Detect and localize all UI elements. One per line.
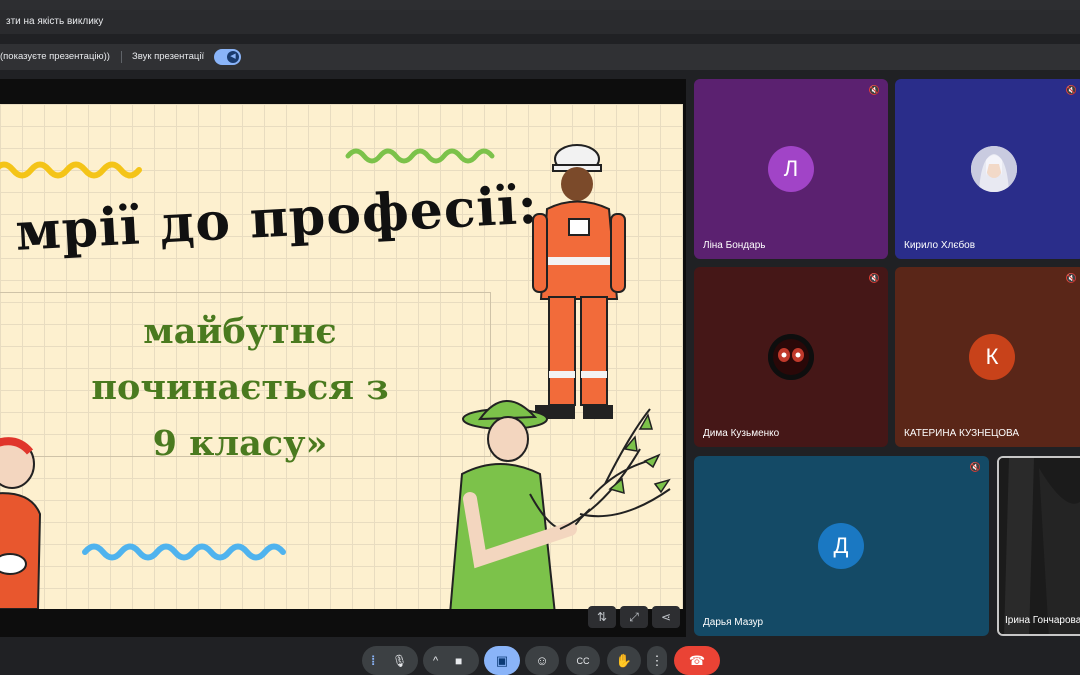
participant-tile-active[interactable]: Ірина Гончарова bbox=[997, 456, 1080, 636]
chevron-up-icon[interactable]: ^ bbox=[433, 655, 438, 667]
divider bbox=[121, 51, 122, 63]
mic-off-icon: 🔇 bbox=[1065, 85, 1077, 95]
participant-tile[interactable]: 🔇 Дима Кузьменко bbox=[694, 267, 888, 447]
mic-off-icon: 🔇 bbox=[868, 85, 880, 95]
participant-name: Дарья Мазур bbox=[703, 617, 764, 628]
more-options-button[interactable]: ⋮ bbox=[647, 646, 667, 675]
avatar: К bbox=[969, 334, 1015, 380]
captions-icon: CC bbox=[576, 655, 590, 666]
presentation-slide: мрії до професії: майбутнє починається з… bbox=[0, 104, 683, 609]
slide-subtitle-line: починається з bbox=[91, 367, 389, 408]
slide-subtitle: майбутнє починається з 9 класу» bbox=[30, 304, 450, 472]
participant-name: Ліна Бондарь bbox=[703, 240, 766, 251]
participant-tile[interactable]: 🔇 Д Дарья Мазур bbox=[694, 456, 989, 636]
presenting-status: (показуєте презентацію)) bbox=[0, 51, 110, 62]
mic-icon[interactable]: 🎙 bbox=[392, 654, 407, 668]
slide-tools: ⇅ ⤢ ⋖ bbox=[588, 606, 680, 628]
fullscreen-icon[interactable]: ⤢ bbox=[620, 606, 648, 628]
leave-call-button[interactable]: ☎ bbox=[674, 646, 720, 675]
call-quality-notice[interactable]: зти на якість виклику bbox=[0, 10, 1080, 34]
slide-title: мрії до професії: bbox=[14, 174, 540, 263]
participant-name: Кирило Хлєбов bbox=[904, 240, 976, 251]
yellow-wave-decoration bbox=[0, 161, 142, 179]
camera-icon[interactable]: ■ bbox=[455, 654, 462, 668]
avatar: Л bbox=[768, 146, 814, 192]
leave-call-icon: ☎ bbox=[688, 652, 706, 668]
present-screen-icon: ▣ bbox=[495, 652, 509, 668]
participant-name: Дима Кузьменко bbox=[703, 428, 780, 439]
call-quality-notice-text: зти на якість виклику bbox=[6, 16, 104, 27]
more-options-icon: ⋮ bbox=[650, 652, 664, 668]
emoji-icon: ☺ bbox=[535, 653, 549, 668]
firefighter-illustration bbox=[532, 144, 626, 419]
participant-tile[interactable]: 🔇 Л Ліна Бондарь bbox=[694, 79, 888, 259]
share-icon[interactable]: ⋖ bbox=[652, 606, 680, 628]
participant-name: Ірина Гончарова bbox=[1005, 615, 1080, 626]
raise-hand-button[interactable]: ✋ bbox=[607, 646, 641, 675]
mic-button-group: ⁞ 🎙 bbox=[362, 646, 418, 675]
emoji-button[interactable]: ☺ bbox=[525, 646, 559, 675]
camera-video-feed bbox=[999, 458, 1080, 634]
gardener-illustration bbox=[449, 400, 671, 609]
participant-name: КАТЕРИНА КУЗНЕЦОВА bbox=[904, 428, 1019, 439]
avatar-image bbox=[768, 334, 814, 380]
raise-hand-icon: ✋ bbox=[615, 652, 633, 668]
avatar: Д bbox=[818, 523, 864, 569]
speaker-icon: ◀ bbox=[227, 51, 239, 63]
audio-level-icon: ⁞ bbox=[371, 653, 376, 668]
window-top-bar bbox=[0, 0, 1080, 10]
captions-button[interactable]: CC bbox=[566, 646, 600, 675]
mic-off-icon: 🔇 bbox=[868, 273, 880, 283]
avatar bbox=[971, 146, 1017, 192]
mic-off-icon: 🔇 bbox=[969, 462, 981, 472]
mic-off-icon: 🔇 bbox=[1065, 273, 1077, 283]
participant-tile[interactable]: 🔇 К КАТЕРИНА КУЗНЕЦОВА bbox=[895, 267, 1080, 447]
presentation-stage: мрії до професії: майбутнє починається з… bbox=[0, 79, 686, 637]
presentation-sound-label: Звук презентації bbox=[132, 51, 205, 62]
call-controls-bar: ⁞ 🎙 ^ ■ ▣ ☺ CC ✋ ⋮ ☎ bbox=[0, 646, 1080, 675]
present-screen-button[interactable]: ▣ bbox=[484, 646, 520, 675]
avatar-image bbox=[971, 146, 1017, 192]
person-illustration bbox=[0, 437, 42, 609]
participant-tile[interactable]: 🔇 Кирило Хлєбов bbox=[895, 79, 1080, 259]
camera-button-group: ^ ■ bbox=[423, 646, 479, 675]
presentation-sound-toggle[interactable]: ◀ bbox=[214, 49, 241, 65]
presenting-bar: (показуєте презентацію)) Звук презентаці… bbox=[0, 44, 1080, 70]
swap-vertical-icon[interactable]: ⇅ bbox=[588, 606, 616, 628]
green-wave-decoration bbox=[345, 148, 495, 164]
slide-subtitle-line: майбутнє bbox=[143, 311, 337, 352]
blue-wave-decoration bbox=[82, 543, 286, 561]
slide-subtitle-line: 9 класу» bbox=[152, 423, 328, 464]
avatar bbox=[768, 334, 814, 380]
